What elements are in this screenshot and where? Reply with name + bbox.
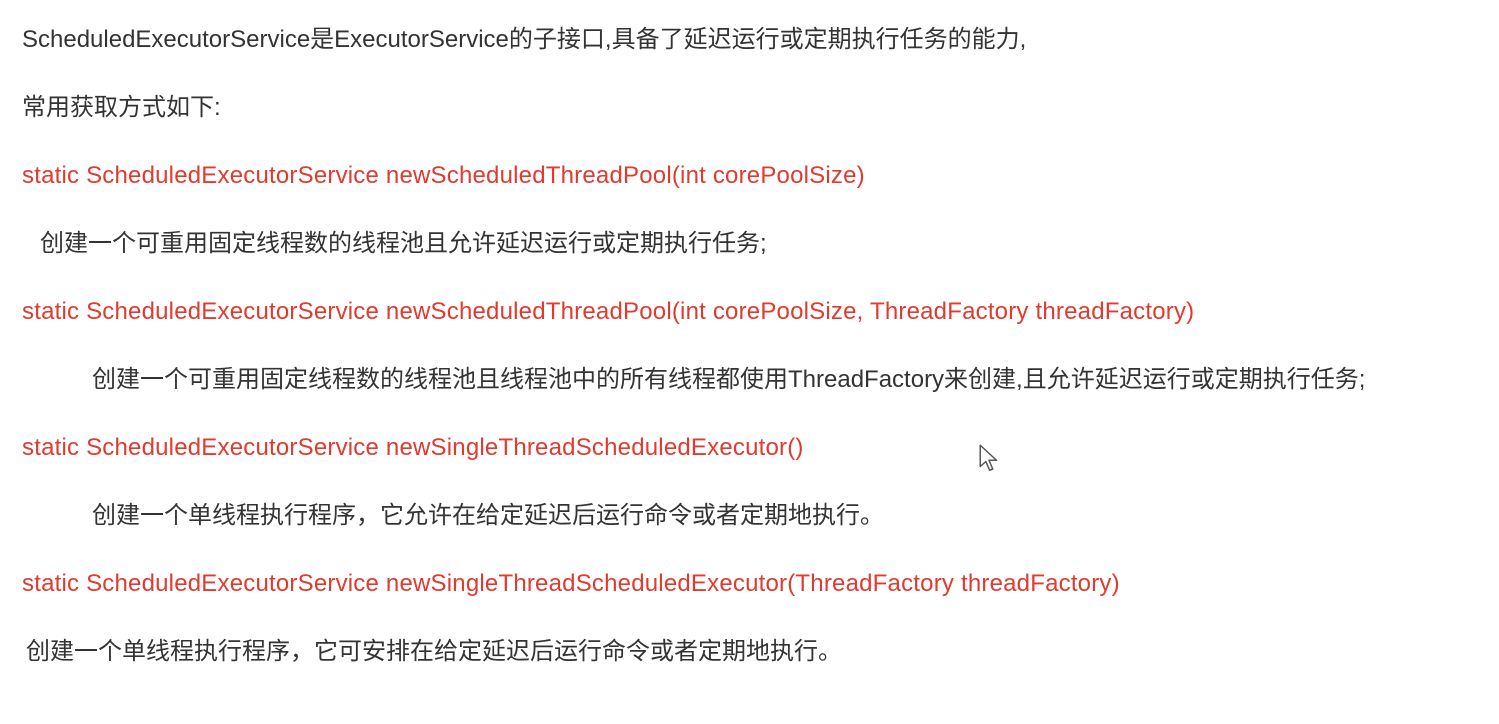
method-description-2: 创建一个可重用固定线程数的线程池且线程池中的所有线程都使用ThreadFacto… [22,362,1477,398]
method-signature-2: static ScheduledExecutorService newSched… [22,294,1477,330]
method-signature-4: static ScheduledExecutorService newSingl… [22,566,1477,602]
method-description-3: 创建一个单线程执行程序，它允许在给定延迟后运行命令或者定期地执行。 [22,498,1477,534]
method-signature-1: static ScheduledExecutorService newSched… [22,158,1477,194]
method-description-1: 创建一个可重用固定线程数的线程池且允许延迟运行或定期执行任务; [22,226,1477,262]
method-signature-3: static ScheduledExecutorService newSingl… [22,430,1477,466]
intro-paragraph: ScheduledExecutorService是ExecutorService… [22,22,1477,58]
subintro-paragraph: 常用获取方式如下: [22,90,1477,126]
method-description-4: 创建一个单线程执行程序，它可安排在给定延迟后运行命令或者定期地执行。 [22,634,1477,670]
